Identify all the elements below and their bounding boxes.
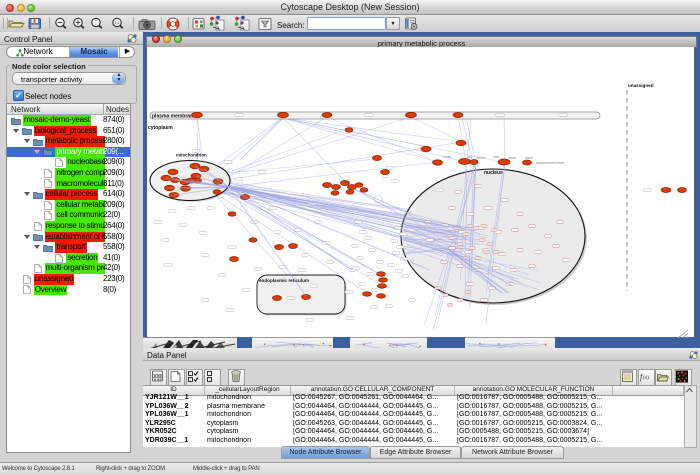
svg-text:endoplasmic reticulum: endoplasmic reticulum <box>259 278 309 283</box>
svg-text:unassigned: unassigned <box>628 83 654 88</box>
svg-text:(x): (x) <box>643 376 649 381</box>
svg-text:mitochondrion: mitochondrion <box>176 153 207 158</box>
svg-text:plasma membrane: plasma membrane <box>152 114 196 120</box>
svg-text:nucleus: nucleus <box>484 170 503 176</box>
svg-text:1:1: 1:1 <box>115 21 120 25</box>
svg-text:cytoplasm: cytoplasm <box>148 125 173 131</box>
